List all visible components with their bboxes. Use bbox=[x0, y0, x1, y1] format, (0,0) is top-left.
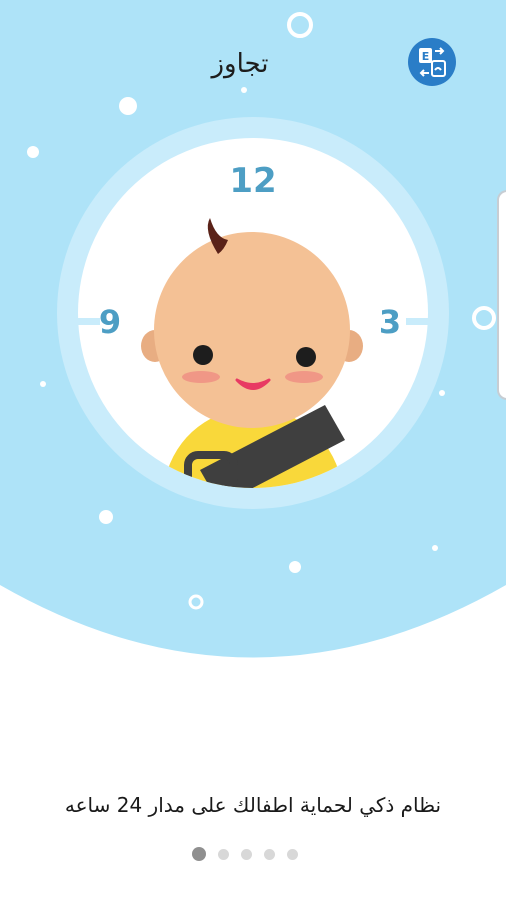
page-dot-2[interactable] bbox=[218, 848, 229, 860]
skip-button[interactable]: تجاوز bbox=[200, 44, 280, 84]
page-indicator bbox=[192, 845, 314, 863]
baby-head bbox=[154, 232, 350, 428]
page-dot-3[interactable] bbox=[241, 848, 252, 860]
language-switch-icon: E bbox=[419, 47, 446, 77]
page-dot-5[interactable] bbox=[287, 848, 298, 860]
clock-number-12: 12 bbox=[229, 161, 276, 201]
baby-left-eye bbox=[193, 345, 213, 365]
baby-right-eye bbox=[296, 347, 316, 367]
clock-number-3: 3 bbox=[379, 303, 401, 341]
clock-number-9: 9 bbox=[99, 303, 121, 341]
language-switch-button[interactable]: E bbox=[408, 38, 456, 86]
baby-right-cheek bbox=[285, 371, 323, 383]
page-dot-4[interactable] bbox=[264, 848, 275, 860]
svg-text:E: E bbox=[422, 50, 430, 63]
page-dot-1[interactable] bbox=[192, 847, 206, 861]
onboarding-tagline: نظام ذكي لحماية اطفالك على مدار 24 ساعه bbox=[64, 793, 442, 817]
baby-left-cheek bbox=[182, 371, 220, 383]
onboarding-screen: 12 3 9 تجاوز E نظام ذكي لحماية اطفالك عل… bbox=[0, 0, 506, 900]
side-edge-handle[interactable] bbox=[497, 190, 506, 400]
hero-illustration: 12 3 9 bbox=[0, 0, 506, 658]
